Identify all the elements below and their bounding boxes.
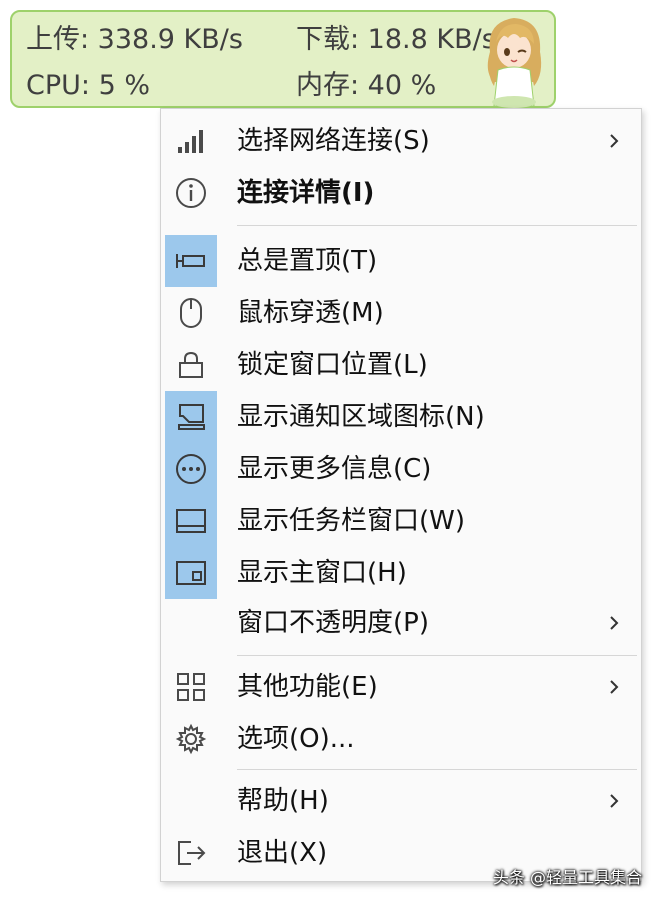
menu-separator xyxy=(237,655,637,656)
signal-bars-icon xyxy=(165,115,217,167)
menu-item-window-opacity[interactable]: 窗口不透明度(P) xyxy=(161,597,641,649)
menu-item-show-taskbar-window[interactable]: 显示任务栏窗口(W) xyxy=(161,495,641,547)
menu-item-label: 显示更多信息(C) xyxy=(237,454,432,484)
menu-item-show-tray-icon[interactable]: 显示通知区域图标(N) xyxy=(161,391,641,443)
menu-item-label: 退出(X) xyxy=(237,838,328,868)
menu-separator xyxy=(237,225,637,226)
lock-icon xyxy=(165,339,217,391)
cpu-usage: CPU: 5 % xyxy=(26,70,150,101)
menu-item-label: 总是置顶(T) xyxy=(237,246,378,276)
chevron-right-icon xyxy=(605,661,623,713)
watermark: 头条 @轻量工具集合 xyxy=(492,868,642,887)
menu-item-show-more-info[interactable]: 显示更多信息(C) xyxy=(161,443,641,495)
main-window-icon xyxy=(165,547,217,599)
menu-item-connection-details[interactable]: 连接详情(I) xyxy=(161,167,641,219)
menu-item-help[interactable]: 帮助(H) xyxy=(161,775,641,827)
grid-icon xyxy=(165,661,217,713)
chevron-right-icon xyxy=(605,115,623,167)
mascot-girl-icon xyxy=(487,18,542,108)
traffic-monitor-widget[interactable]: 上传: 338.9 KB/s 下载: 18.8 KB/s CPU: 5 % 内存… xyxy=(10,10,556,108)
menu-separator xyxy=(237,769,637,770)
download-speed: 下载: 18.8 KB/s xyxy=(296,24,496,55)
exit-icon xyxy=(165,827,217,879)
upload-speed: 上传: 338.9 KB/s xyxy=(26,24,243,55)
menu-item-label: 显示通知区域图标(N) xyxy=(237,402,485,432)
menu-item-label: 窗口不透明度(P) xyxy=(237,608,429,638)
menu-item-other-functions[interactable]: 其他功能(E) xyxy=(161,661,641,713)
menu-item-label: 选择网络连接(S) xyxy=(237,126,430,156)
menu-item-label: 连接详情(I) xyxy=(237,178,375,208)
more-info-icon xyxy=(165,443,217,495)
chevron-right-icon xyxy=(605,597,623,649)
menu-item-options[interactable]: 选项(O)... xyxy=(161,713,641,765)
context-menu: 选择网络连接(S) 连接详情(I) 总是置顶(T) 鼠标穿透(M) 锁定窗口位置… xyxy=(160,108,642,882)
chevron-right-icon xyxy=(605,775,623,827)
memory-usage: 内存: 40 % xyxy=(296,70,437,101)
mouse-icon xyxy=(165,287,217,339)
menu-item-label: 选项(O)... xyxy=(237,724,355,754)
menu-item-mouse-passthrough[interactable]: 鼠标穿透(M) xyxy=(161,287,641,339)
taskbar-window-icon xyxy=(165,495,217,547)
menu-item-show-main-window[interactable]: 显示主窗口(H) xyxy=(161,547,641,599)
gear-icon xyxy=(165,713,217,765)
info-icon xyxy=(165,167,217,219)
notification-area-icon xyxy=(165,391,217,443)
menu-item-always-on-top[interactable]: 总是置顶(T) xyxy=(161,235,641,287)
menu-item-label: 鼠标穿透(M) xyxy=(237,298,384,328)
pin-icon xyxy=(165,235,217,287)
menu-item-label: 锁定窗口位置(L) xyxy=(237,350,428,380)
menu-item-lock-window[interactable]: 锁定窗口位置(L) xyxy=(161,339,641,391)
menu-item-select-network[interactable]: 选择网络连接(S) xyxy=(161,115,641,167)
menu-item-label: 其他功能(E) xyxy=(237,672,378,702)
menu-item-label: 显示任务栏窗口(W) xyxy=(237,506,465,536)
menu-item-label: 显示主窗口(H) xyxy=(237,558,407,588)
menu-item-label: 帮助(H) xyxy=(237,786,329,816)
